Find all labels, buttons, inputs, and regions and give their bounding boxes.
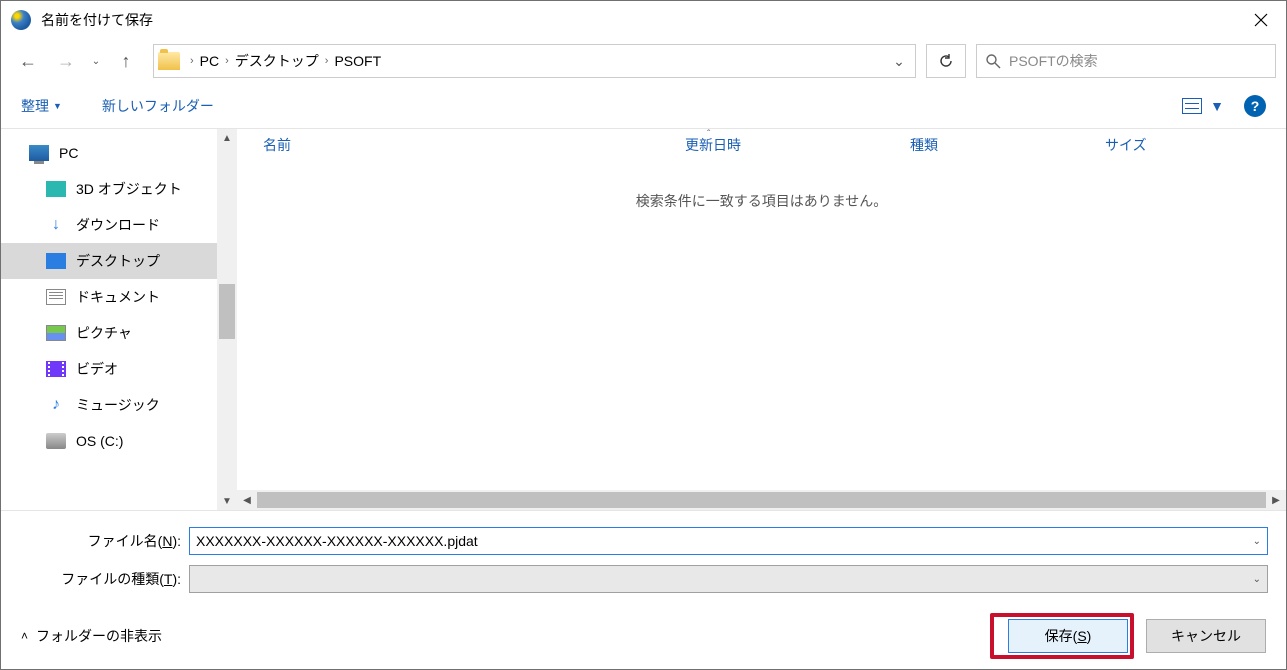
new-folder-button[interactable]: 新しいフォルダー <box>102 96 214 116</box>
video-icon <box>46 361 66 377</box>
search-input[interactable]: PSOFTの検索 <box>976 44 1276 78</box>
chevron-right-icon: › <box>325 55 329 67</box>
tree-item-desktop[interactable]: デスクトップ <box>1 243 217 279</box>
organize-menu[interactable]: 整理▼ <box>21 96 62 116</box>
list-view-icon <box>1182 98 1202 114</box>
nav-row: ← → ⌄ ↑ › PC › デスクトップ › PSOFT ⌄ PSOFTの検索 <box>1 39 1286 83</box>
save-button[interactable]: 保存(S) <box>1008 619 1128 653</box>
breadcrumb-psoft[interactable]: PSOFT <box>334 53 381 69</box>
chevron-right-icon: › <box>190 55 194 67</box>
refresh-button[interactable] <box>926 44 966 78</box>
toolbar: 整理▼ 新しいフォルダー ▼ ? <box>1 83 1286 129</box>
help-button[interactable]: ? <box>1244 95 1266 117</box>
app-icon <box>11 10 31 30</box>
chevron-up-icon: ˄ <box>21 629 28 643</box>
chevron-down-icon: ▼ <box>53 101 62 111</box>
hide-folders-toggle[interactable]: ˄ フォルダーの非表示 <box>21 626 162 646</box>
back-button[interactable]: ← <box>11 44 45 78</box>
tree-scrollbar[interactable]: ▲ ▼ <box>217 129 237 510</box>
tree-item-downloads[interactable]: ダウンロード <box>1 207 217 243</box>
chevron-down-icon[interactable]: ⌄ <box>1245 536 1261 547</box>
title-bar: 名前を付けて保存 <box>1 1 1286 39</box>
music-icon <box>46 397 66 413</box>
scroll-down-icon[interactable]: ▼ <box>217 492 237 510</box>
scroll-thumb[interactable] <box>219 284 235 339</box>
file-list[interactable]: ˆ 名前 更新日時 種類 サイズ 検索条件に一致する項目はありません。 ◀ ▶ <box>237 129 1286 510</box>
tree-item-documents[interactable]: ドキュメント <box>1 279 217 315</box>
address-bar[interactable]: › PC › デスクトップ › PSOFT ⌄ <box>153 44 916 78</box>
chevron-down-icon: ▼ <box>1210 98 1224 114</box>
scroll-left-icon[interactable]: ◀ <box>237 495 257 506</box>
close-icon <box>1254 13 1268 27</box>
tree-item-drive-c[interactable]: OS (C:) <box>1 423 217 459</box>
cube-icon <box>46 181 66 197</box>
tree-item-pc[interactable]: PC <box>1 135 217 171</box>
horizontal-scrollbar[interactable]: ◀ ▶ <box>237 490 1286 510</box>
drive-icon <box>46 433 66 449</box>
filetype-row: ファイルの種類(T): ⌄ <box>19 565 1268 593</box>
forward-button[interactable]: → <box>49 44 83 78</box>
column-type[interactable]: 種類 <box>910 135 1105 155</box>
close-button[interactable] <box>1236 1 1286 39</box>
filetype-label: ファイルの種類(T): <box>19 569 189 589</box>
scroll-up-icon[interactable]: ▲ <box>217 129 237 147</box>
up-button[interactable]: ↑ <box>109 44 143 78</box>
download-icon <box>46 217 66 233</box>
empty-message: 検索条件に一致する項目はありません。 <box>237 191 1286 211</box>
pc-icon <box>29 145 49 161</box>
tree-item-music[interactable]: ミュージック <box>1 387 217 423</box>
tree-item-pictures[interactable]: ピクチャ <box>1 315 217 351</box>
column-headers: ˆ 名前 更新日時 種類 サイズ <box>237 129 1286 161</box>
folder-icon <box>158 52 180 70</box>
save-dialog: 名前を付けて保存 ← → ⌄ ↑ › PC › デスクトップ › PSOFT ⌄… <box>0 0 1287 670</box>
address-dropdown[interactable]: ⌄ <box>887 53 911 70</box>
search-placeholder: PSOFTの検索 <box>1009 51 1098 71</box>
body: PC 3D オブジェクト ダウンロード デスクトップ ドキュメント ピクチャ ビ… <box>1 129 1286 511</box>
scroll-right-icon[interactable]: ▶ <box>1266 495 1286 506</box>
search-icon <box>985 53 1001 69</box>
chevron-down-icon[interactable]: ⌄ <box>1245 574 1261 585</box>
scroll-thumb[interactable] <box>257 492 1266 508</box>
refresh-icon <box>938 53 954 69</box>
cancel-button[interactable]: キャンセル <box>1146 619 1266 653</box>
highlight-annotation: 保存(S) <box>990 613 1134 659</box>
filename-label: ファイル名(N): <box>19 531 189 551</box>
window-title: 名前を付けて保存 <box>41 10 153 30</box>
document-icon <box>46 289 66 305</box>
view-options-button[interactable]: ▼ <box>1182 98 1224 114</box>
footer: ˄ フォルダーの非表示 保存(S) キャンセル <box>1 603 1286 669</box>
filename-row: ファイル名(N): XXXXXXX-XXXXXX-XXXXXX-XXXXXX.p… <box>19 527 1268 555</box>
breadcrumb-pc[interactable]: PC <box>200 53 219 69</box>
sort-indicator-icon: ˆ <box>707 129 710 140</box>
fields-area: ファイル名(N): XXXXXXX-XXXXXX-XXXXXX-XXXXXX.p… <box>1 511 1286 603</box>
filename-input[interactable]: XXXXXXX-XXXXXX-XXXXXX-XXXXXX.pjdat ⌄ <box>189 527 1268 555</box>
chevron-right-icon: › <box>225 55 229 67</box>
breadcrumb-desktop[interactable]: デスクトップ <box>235 51 319 71</box>
filetype-select[interactable]: ⌄ <box>189 565 1268 593</box>
picture-icon <box>46 325 66 341</box>
column-size[interactable]: サイズ <box>1105 135 1147 155</box>
recent-locations-button[interactable]: ⌄ <box>87 44 105 78</box>
desktop-icon <box>46 253 66 269</box>
tree-item-videos[interactable]: ビデオ <box>1 351 217 387</box>
column-date[interactable]: 更新日時 <box>685 135 910 155</box>
tree-item-3d[interactable]: 3D オブジェクト <box>1 171 217 207</box>
column-name[interactable]: 名前 <box>245 135 685 155</box>
nav-tree[interactable]: PC 3D オブジェクト ダウンロード デスクトップ ドキュメント ピクチャ ビ… <box>1 129 217 510</box>
